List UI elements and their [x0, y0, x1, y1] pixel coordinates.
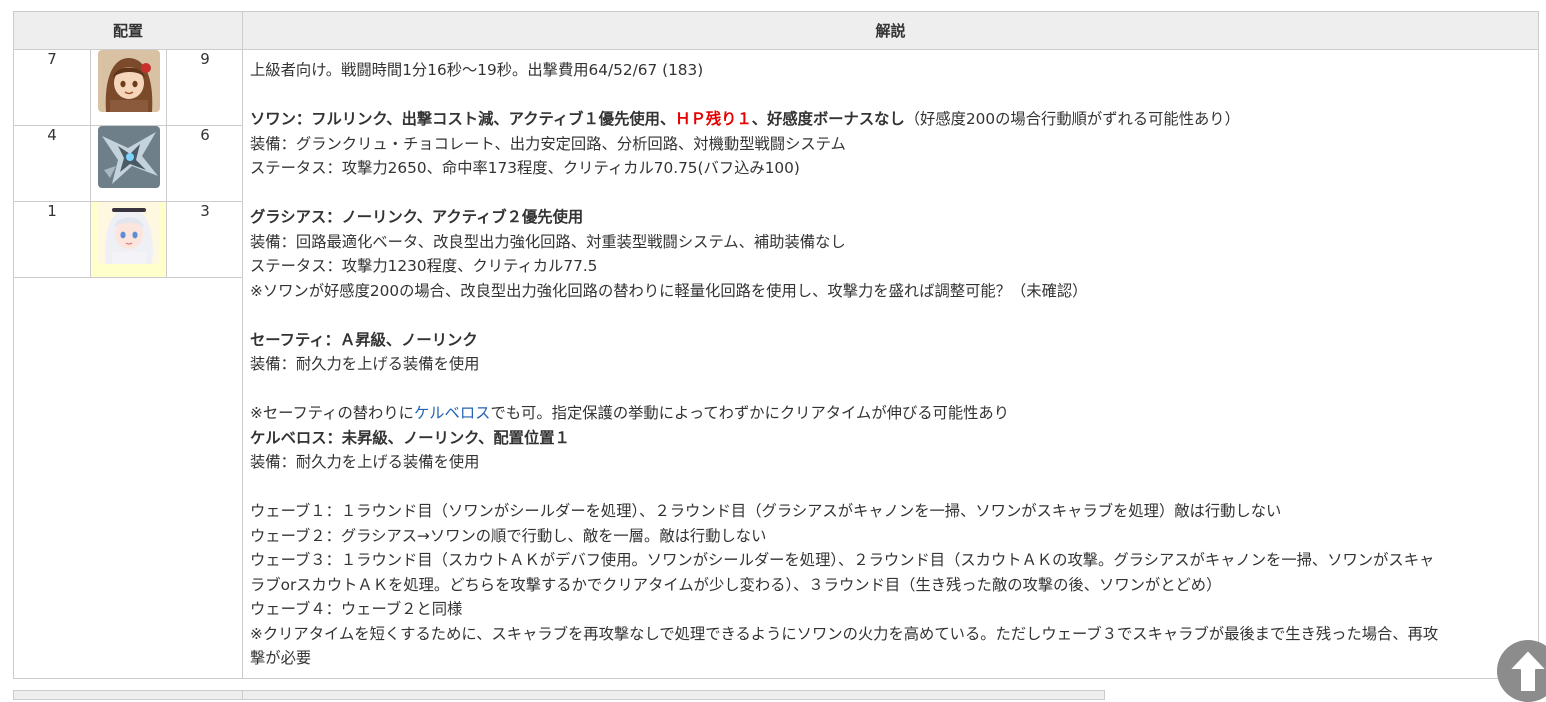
- grasias-heading-text: グラシアス：ノーリンク、アクティブ２優先使用: [250, 208, 584, 226]
- swon-heading-text: ソワン：フルリンク、出撃コスト減、アクティブ１優先使用、: [250, 110, 676, 128]
- placement-row: 4 6: [14, 125, 243, 202]
- placement-left-number: 4: [14, 125, 91, 202]
- swon-status: ステータス：攻撃力2650、命中率173程度、クリティカル70.75(バフ込み1…: [250, 159, 800, 177]
- arrow-up-icon: [1508, 649, 1546, 693]
- placement-right-number: 9: [166, 50, 243, 126]
- placement-right-number: 3: [166, 201, 243, 278]
- safety-heading-text: セーフティ：Ａ昇級、ノーリンク: [250, 330, 478, 349]
- placement-right-number: 6: [166, 125, 243, 202]
- alternative-note-suffix: でも可。指定保護の挙動によってわずかにクリアタイムが伸びる可能性あり: [490, 404, 1010, 422]
- alternative-note: ※セーフティの替わりにケルベロスでも可。指定保護の挙動によってわずかにクリアタイ…: [250, 401, 1531, 426]
- header-placement: 配置: [13, 11, 243, 50]
- brown-haired-girl-portrait: [97, 50, 160, 112]
- strategy-table-container: 配置 解説 7 9 4 6 1 3 上級者向け。戦闘時間1分16秒～19秒。出撃…: [13, 11, 1539, 679]
- header-description: 解説: [242, 11, 1539, 50]
- placement-left-number: 7: [14, 50, 91, 126]
- white-haired-girl-portrait: [97, 202, 160, 264]
- wave-2-line: ウェーブ２：グラシアス→ソワンの順で行動し、敵を一層。敵は行動しない: [250, 526, 767, 545]
- safety-equipment: 装備：耐久力を上げる装備を使用: [250, 355, 480, 373]
- placement-left-number: 1: [14, 201, 91, 278]
- scroll-to-top-button[interactable]: [1497, 640, 1546, 702]
- table-row: 7 9 4 6 1 3 上級者向け。戦闘時間1分16秒～19秒。出撃費用64/5…: [13, 49, 1539, 679]
- safety-heading: セーフティ：Ａ昇級、ノーリンク: [250, 328, 1531, 353]
- wave-3-line: ウェーブ３：１ラウンド目（スカウトＡＫがデバフ使用。ソワンがシールダーを処理）、…: [250, 551, 1435, 569]
- portrait-cell: [90, 125, 167, 202]
- kerberos-heading-text: ケルベロス：未昇級、ノーリンク、配置位置１: [250, 428, 570, 447]
- wave-3-line-continued: ラブorスカウトＡＫを処理。どちらを攻撃するかでクリアタイムが少し変わる）、３ラ…: [250, 575, 1222, 594]
- swon-heading-text-tail: 、好感度ボーナスなし: [751, 110, 905, 128]
- placement-row: 7 9: [14, 50, 243, 126]
- portrait-cell: [90, 201, 167, 278]
- final-note-continued: 撃が必要: [250, 649, 312, 667]
- swon-heading: ソワン：フルリンク、出撃コスト減、アクティブ１優先使用、ＨＰ残り１、好感度ボーナ…: [250, 107, 1531, 132]
- mechanical-dragon-portrait: [97, 126, 160, 188]
- grasias-note: ※ソワンが好感度200の場合、改良型出力強化回路の替わりに軽量化回路を使用し、攻…: [250, 281, 1088, 300]
- wave-4-line: ウェーブ４：ウェーブ２と同様: [250, 600, 463, 618]
- swon-hp-highlight: ＨＰ残り１: [675, 110, 752, 128]
- kerberos-link[interactable]: ケルベロス: [414, 404, 491, 422]
- table-header-row: 配置 解説: [13, 11, 1539, 50]
- kerberos-equipment: 装備：耐久力を上げる装備を使用: [250, 453, 480, 471]
- strategy-table: 配置 解説 7 9 4 6 1 3 上級者向け。戦闘時間1分16秒～19秒。出撃…: [13, 11, 1539, 679]
- swon-heading-note: （好感度200の場合行動順がずれる可能性あり）: [904, 110, 1240, 128]
- alternative-note-prefix: ※セーフティの替わりに: [250, 404, 414, 422]
- final-note: ※クリアタイムを短くするために、スキャラブを再攻撃なしで処理できるようにソワンの…: [250, 624, 1439, 643]
- grasias-heading: グラシアス：ノーリンク、アクティブ２優先使用: [250, 205, 1531, 230]
- description-cell: 上級者向け。戦闘時間1分16秒～19秒。出撃費用64/52/67 (183) ソ…: [242, 49, 1539, 679]
- swon-equipment: 装備：グランクリュ・チョコレート、出力安定回路、分析回路、対機動型戦闘システム: [250, 134, 846, 153]
- grasias-equipment: 装備：回路最適化ベータ、改良型出力強化回路、対重装型戦闘システム、補助装備なし: [250, 232, 846, 251]
- placement-cell: 7 9 4 6 1 3: [13, 49, 243, 679]
- placement-row: 1 3: [14, 201, 243, 278]
- overview-line: 上級者向け。戦闘時間1分16秒～19秒。出撃費用64/52/67 (183): [250, 61, 704, 79]
- placement-grid: 7 9 4 6 1 3: [14, 50, 243, 278]
- portrait-cell: [90, 50, 167, 126]
- wave-1-line: ウェーブ１：１ラウンド目（ソワンがシールダーを処理）、２ラウンド目（グラシアスが…: [250, 502, 1282, 520]
- grasias-status: ステータス：攻撃力1230程度、クリティカル77.5: [250, 257, 598, 275]
- description-body: 上級者向け。戦闘時間1分16秒～19秒。出撃費用64/52/67 (183) ソ…: [243, 50, 1538, 678]
- next-table-header-edge: [13, 690, 1105, 700]
- kerberos-heading: ケルベロス：未昇級、ノーリンク、配置位置１: [250, 426, 1531, 451]
